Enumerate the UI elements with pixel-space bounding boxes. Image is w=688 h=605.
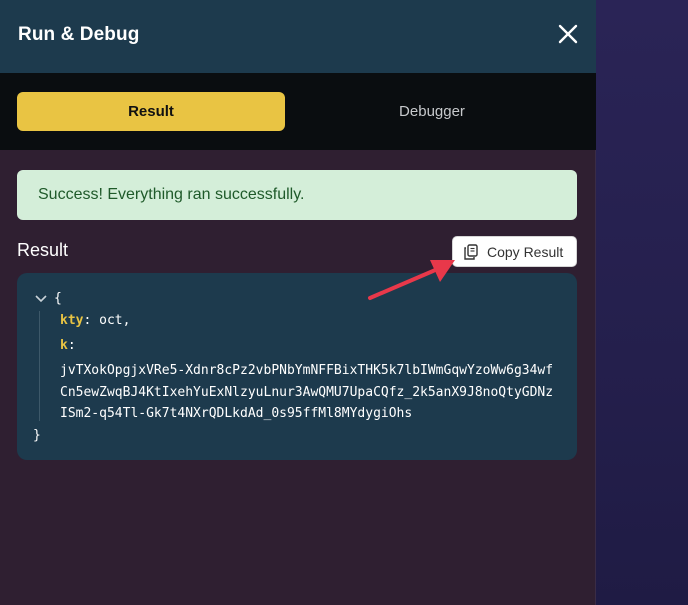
json-entry-k: k: [60, 338, 76, 353]
json-key: k [60, 338, 68, 353]
tab-bar: Result Debugger [0, 73, 596, 150]
chevron-down-icon [35, 295, 47, 303]
tab-debugger[interactable]: Debugger [298, 92, 566, 131]
close-button[interactable] [554, 20, 582, 48]
json-value: oct, [99, 313, 131, 328]
alert-message: Success! Everything ran successfully. [38, 186, 305, 203]
close-icon [558, 24, 578, 44]
tab-result[interactable]: Result [17, 92, 285, 131]
background-area [596, 0, 688, 605]
json-separator: : [83, 313, 100, 328]
json-entry-kty: kty: oct, [60, 313, 130, 328]
run-debug-panel: Run & Debug Result Debugger Success! Eve… [0, 0, 596, 605]
json-value-k: jvTXokOpgjxVRe5-Xdnr8cPz2vbPNbYmNFFBixTH… [60, 363, 554, 421]
result-heading: Result [17, 240, 69, 260]
open-brace: { [54, 291, 62, 306]
success-alert: Success! Everything ran successfully. [17, 170, 577, 220]
json-separator: : [67, 338, 76, 353]
json-viewer: { kty: oct, k: jvTXokOpgjxVRe5-Xdnr8cPz2… [17, 273, 577, 460]
close-brace: } [33, 428, 41, 443]
copy-icon [464, 243, 478, 260]
panel-title: Run & Debug [18, 24, 140, 45]
panel-header: Run & Debug [0, 0, 596, 73]
copy-result-button[interactable]: Copy Result [452, 236, 577, 267]
json-key: kty [60, 313, 84, 328]
collapse-toggle[interactable] [34, 293, 48, 305]
copy-result-label: Copy Result [487, 243, 564, 260]
indent-guide [39, 311, 40, 421]
